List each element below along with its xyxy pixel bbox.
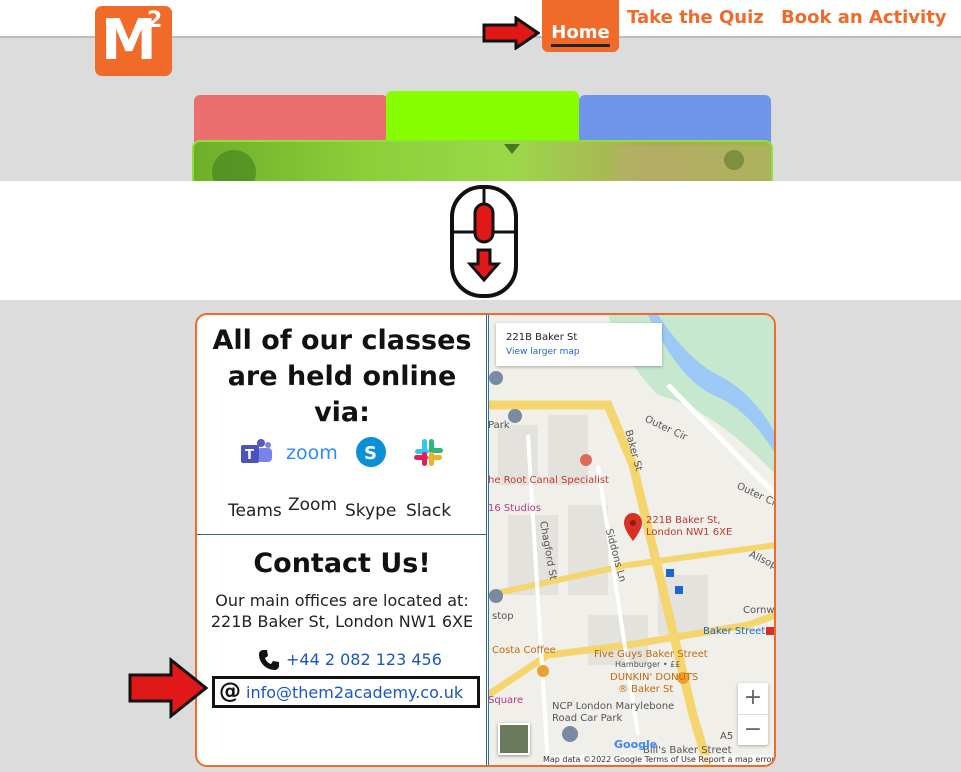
tab-red[interactable] — [194, 95, 388, 145]
contact-title: Contact Us! — [253, 548, 431, 579]
nav-home-label: Home — [551, 22, 610, 47]
classes-title: All of our classes are held online via: — [197, 323, 487, 431]
map-label-root-canal: he Root Canal Specialist — [488, 475, 609, 486]
skype-icon[interactable]: S — [354, 435, 388, 469]
app-label-zoom: Zoom — [288, 495, 338, 515]
nav-book-an-activity[interactable]: Book an Activity — [781, 7, 947, 28]
map-label-dunkin-sub: ® Baker St — [618, 684, 674, 695]
map-info-card: 221B Baker St View larger map — [496, 323, 662, 366]
site-logo[interactable]: M 2 — [95, 6, 172, 76]
map-label-five-guys: Five Guys Baker Street — [594, 649, 708, 660]
phone-link[interactable]: +44 2 082 123 456 — [286, 650, 442, 669]
zoom-icon[interactable]: zoom — [286, 442, 338, 464]
map-label-stop: stop — [492, 611, 514, 622]
google-logo: Google — [614, 738, 658, 751]
map-label-studios: 16 Studios — [488, 503, 541, 514]
svg-text:T: T — [245, 448, 254, 463]
map-label-costa: Costa Coffee — [492, 645, 556, 656]
map-canvas[interactable] — [488, 315, 776, 765]
embedded-map[interactable]: 221B Baker St View larger map Park Outer… — [488, 315, 776, 765]
at-sign-icon: @ — [219, 679, 241, 704]
app-label-skype: Skype — [345, 501, 397, 521]
tab-blue[interactable] — [579, 95, 771, 145]
view-larger-map-link[interactable]: View larger map — [506, 347, 580, 357]
nav-home[interactable]: Home — [542, 0, 619, 52]
classes-title-line1: All of our classes — [212, 325, 472, 356]
left-column: All of our classes are held online via: … — [197, 315, 487, 765]
map-label-square: Square — [488, 695, 524, 706]
email-highlight-box: @ info@them2academy.co.uk — [212, 676, 480, 708]
map-label-ncp-2: Road Car Park — [552, 713, 623, 724]
email-link[interactable]: info@them2academy.co.uk — [246, 683, 463, 702]
satellite-toggle[interactable] — [498, 723, 530, 755]
map-zoom-control: + − — [738, 683, 768, 745]
svg-text:S: S — [364, 443, 377, 464]
zoom-in-button[interactable]: + — [738, 683, 768, 714]
map-label-hamburger: Hamburger • ££ — [615, 660, 681, 669]
map-footer[interactable]: Map data ©2022 Google Terms of Use Repor… — [543, 755, 774, 764]
teams-icon[interactable]: T — [239, 437, 273, 467]
app-label-slack: Slack — [406, 501, 452, 521]
map-pin-label-2: London NW1 6XE — [646, 527, 733, 538]
map-pin-label-1: 221B Baker St, — [646, 515, 721, 526]
annotation-arrow-right-email-icon — [128, 657, 209, 719]
app-label-teams: Teams — [228, 501, 282, 521]
address-line-2: 221B Baker St, London NW1 6XE — [210, 612, 474, 631]
info-card: All of our classes are held online via: … — [195, 313, 776, 767]
address-line-1: Our main offices are located at: — [215, 591, 469, 610]
map-label-baker-street-station: Baker Street — [703, 626, 766, 637]
map-label-ncp: NCP London Marylebone — [552, 701, 675, 712]
classes-title-line2: are held online via: — [227, 361, 457, 428]
logo-superscript: 2 — [147, 8, 163, 33]
map-label-cornw: Cornw — [743, 605, 775, 616]
annotation-arrow-right-icon — [482, 16, 540, 50]
slack-icon[interactable] — [411, 435, 445, 469]
map-label-park: Park — [488, 420, 510, 431]
map-label-dunkin: DUNKIN' DONUTS — [610, 672, 699, 683]
tab-green[interactable] — [386, 91, 579, 145]
map-card-title: 221B Baker St — [506, 332, 578, 343]
map-label-a5: A5 — [720, 731, 734, 742]
hero-banner-image — [192, 140, 773, 185]
scroll-down-mouse-icon — [450, 185, 518, 298]
phone-icon — [259, 650, 279, 670]
nav-take-the-quiz[interactable]: Take the Quiz — [627, 7, 764, 28]
banner-decor — [212, 144, 771, 183]
section-divider — [197, 534, 487, 535]
zoom-out-button[interactable]: − — [738, 714, 768, 745]
